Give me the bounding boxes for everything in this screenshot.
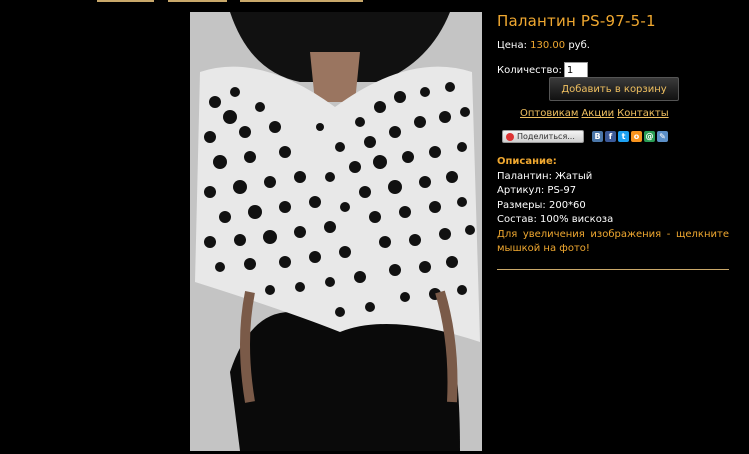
price-label: Цена: [497,40,527,51]
twitter-icon[interactable]: t [618,131,629,142]
product-title: Палантин PS-97-5-1 [497,12,656,30]
description-line: Состав: 100% вискоза [497,214,614,225]
share-icon [506,132,514,141]
top-nav-tab[interactable] [97,0,154,2]
description-line: Размеры: 200*60 [497,199,586,211]
price-value: 130.00 [530,40,566,51]
top-nav-tab[interactable] [168,0,227,2]
zoom-hint: Для увеличения изображения - щелкните мы… [497,228,729,255]
description-line: Палантин: Жатый [497,170,593,182]
description-line: Артикул: PS-97 [497,185,577,196]
livejournal-icon[interactable]: ✎ [657,131,668,142]
link-contacts[interactable]: Контакты [617,108,668,119]
product-photo[interactable] [190,12,482,451]
quantity-label: Количество: [497,64,562,76]
divider [497,269,729,270]
facebook-icon[interactable]: f [605,131,616,142]
link-promotions[interactable]: Акции [581,108,614,119]
share-bar: Поделиться... В f t о @ ✎ [502,130,668,143]
top-nav-tab[interactable] [240,0,363,2]
add-to-cart-button[interactable]: Добавить в корзину [549,77,679,101]
price-row: Цена: 130.00 руб. [497,40,729,51]
mail-ru-icon[interactable]: @ [644,131,655,142]
vkontakte-icon[interactable]: В [592,131,603,142]
share-button-label: Поделиться... [517,132,575,141]
link-wholesale[interactable]: Оптовикам [520,108,578,119]
description-heading: Описание: [497,156,557,167]
price-unit: руб. [568,40,590,51]
info-links: Оптовикам Акции Контакты [520,108,669,119]
product-info: Палантин PS-97-5-1 Цена: 130.00 руб. Кол… [497,12,729,270]
quantity-input[interactable] [563,62,588,78]
product-photo-image [190,12,482,451]
description-block: Описание: Палантин: Жатый Артикул: PS-97… [497,155,729,257]
share-button[interactable]: Поделиться... [502,130,584,143]
odnoklassniki-icon[interactable]: о [631,131,642,142]
